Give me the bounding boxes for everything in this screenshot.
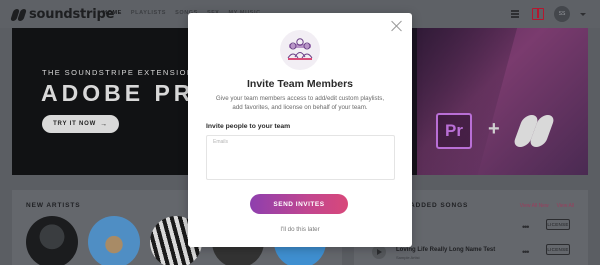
modal-title: Invite Team Members: [246, 78, 353, 90]
invite-label: Invite people to your team: [206, 123, 291, 130]
more-options-icon[interactable]: •••: [522, 222, 530, 232]
artist-avatar[interactable]: [26, 216, 78, 265]
emails-field-container: [206, 135, 395, 180]
user-avatar[interactable]: SS: [554, 6, 570, 22]
artist-avatar[interactable]: [88, 216, 140, 265]
song-artist: Sample Artist: [396, 255, 420, 260]
license-button[interactable]: LICENSE: [546, 219, 570, 230]
view-all-link[interactable]: View All: [557, 203, 574, 209]
song-row[interactable]: Loving Life Really Long Name Test Sample…: [396, 244, 576, 261]
brand-logo[interactable]: soundstripe: [10, 7, 115, 22]
brand-name: soundstripe: [29, 7, 115, 22]
hero-background-art: [417, 28, 588, 175]
premiere-pro-logo-icon: Pr: [436, 113, 472, 149]
view-links: View All New View All: [520, 203, 574, 209]
soundstripe-logo-icon: [10, 8, 27, 21]
soundstripe-mark-icon: [512, 115, 556, 147]
recently-added-title: ADDED SONGS: [410, 202, 469, 209]
nav-item-home[interactable]: HOME: [103, 10, 122, 16]
nav-item-playlists[interactable]: PLAYLISTS: [131, 10, 166, 16]
new-artists-title: NEW ARTISTS: [26, 202, 81, 209]
gift-icon[interactable]: [532, 8, 544, 20]
invite-team-modal: Invite Team Members Give your team membe…: [188, 13, 412, 247]
song-title: Loving Life Really Long Name Test: [396, 247, 496, 253]
send-invites-button[interactable]: SEND INVITES: [250, 194, 348, 214]
more-options-icon[interactable]: •••: [522, 247, 530, 257]
do-this-later-link[interactable]: I'll do this later: [188, 226, 412, 233]
plus-sign: +: [488, 118, 500, 140]
try-it-now-button[interactable]: TRY IT NOW →: [42, 115, 119, 133]
emails-input[interactable]: [207, 136, 394, 179]
team-members-icon: [280, 30, 320, 70]
close-icon[interactable]: [391, 20, 403, 32]
arrow-right-icon: →: [100, 120, 108, 128]
play-icon[interactable]: [372, 245, 386, 259]
license-button[interactable]: LICENSE: [546, 244, 570, 255]
song-row[interactable]: very ••• LICENSE: [396, 219, 576, 236]
view-all-new-link[interactable]: View All New: [520, 203, 549, 209]
top-actions: SS: [510, 6, 586, 22]
try-it-now-label: TRY IT NOW: [53, 121, 97, 127]
modal-description: Give your team members access to add/edi…: [215, 95, 385, 111]
queue-list-icon[interactable]: [510, 8, 522, 20]
chevron-down-icon[interactable]: [580, 12, 586, 16]
